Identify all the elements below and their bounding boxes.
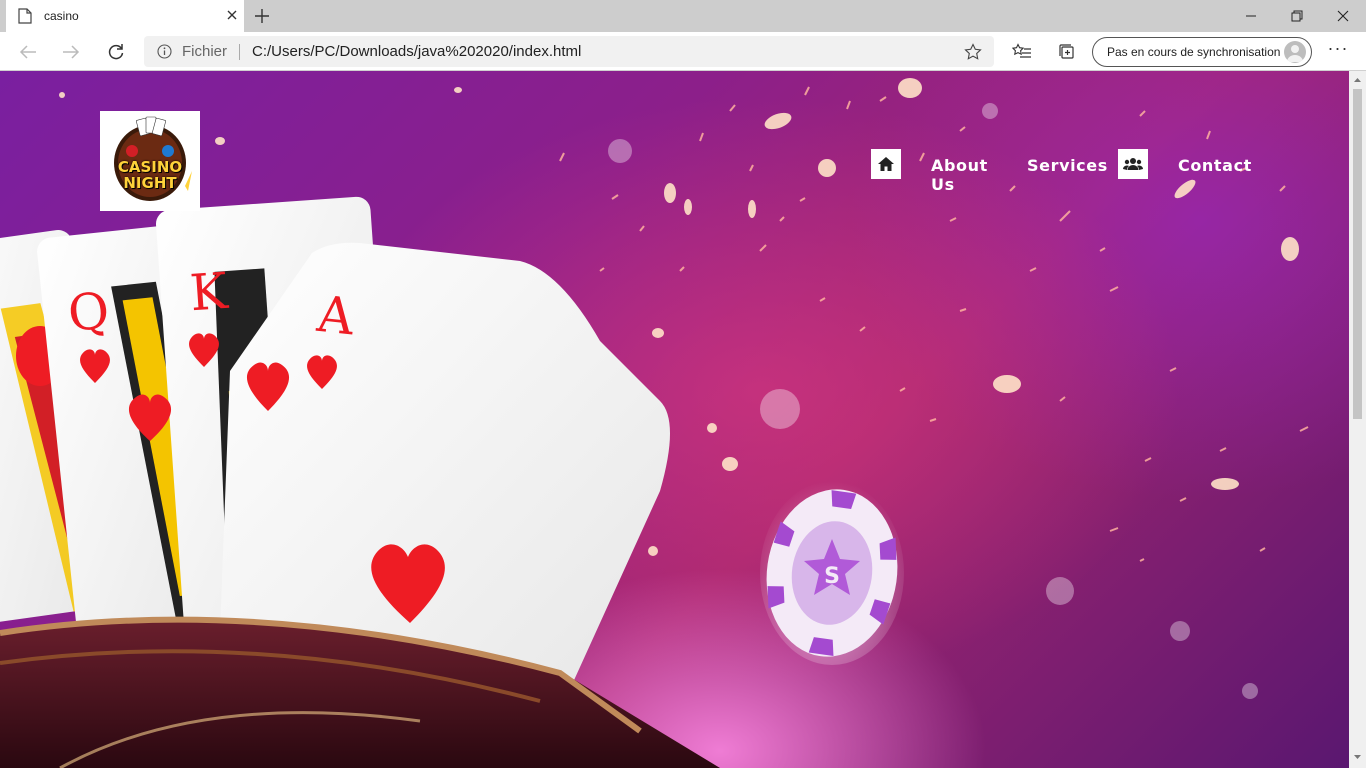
site-logo[interactable]: CASINO NIGHT	[100, 111, 200, 211]
star-icon[interactable]	[964, 43, 982, 61]
forward-button[interactable]	[57, 39, 85, 65]
address-bar[interactable]: Fichier C:/Users/PC/Downloads/java%20202…	[144, 36, 994, 67]
queen-rank-label: Q	[65, 281, 112, 343]
collections-icon	[1059, 44, 1074, 59]
king-rank-label: K	[188, 262, 231, 323]
poker-chip-image: S	[760, 481, 904, 665]
address-protocol-label: Fichier	[182, 43, 228, 60]
page-viewport: S Q K A CASINO NIGHT About Us Services C…	[0, 71, 1349, 768]
users-nav-button[interactable]	[1118, 149, 1148, 179]
arrow-right-icon	[63, 45, 80, 59]
ace-rank-label: A	[314, 285, 358, 347]
home-icon	[878, 157, 894, 171]
close-window-button[interactable]	[1320, 0, 1366, 32]
nav-link-services[interactable]: Services	[1027, 156, 1108, 175]
favorites-button[interactable]	[1011, 41, 1033, 63]
arrow-left-icon	[19, 45, 36, 59]
logo-line-2: NIGHT	[123, 174, 177, 192]
svg-text:S: S	[824, 564, 840, 589]
close-icon	[1337, 10, 1349, 22]
more-options-icon[interactable]: ···	[1326, 39, 1350, 61]
profile-sync-button[interactable]: Pas en cours de synchronisation	[1092, 37, 1312, 67]
favorites-list-icon	[1012, 43, 1031, 58]
close-tab-icon[interactable]	[224, 7, 240, 23]
scroll-up-arrow-icon[interactable]	[1353, 75, 1362, 84]
minimize-icon	[1246, 15, 1256, 17]
scrollbar-thumb[interactable]	[1353, 89, 1362, 419]
reload-icon	[108, 44, 124, 60]
scroll-down-arrow-icon[interactable]	[1353, 753, 1362, 762]
users-icon	[1123, 158, 1143, 170]
browser-toolbar: Fichier C:/Users/PC/Downloads/java%20202…	[0, 32, 1366, 71]
address-url[interactable]: C:/Users/PC/Downloads/java%202020/index.…	[252, 43, 581, 60]
info-icon[interactable]	[157, 44, 172, 59]
sync-status-label: Pas en cours de synchronisation	[1107, 45, 1281, 59]
user-avatar-icon	[1287, 45, 1303, 62]
nav-link-contact[interactable]: Contact	[1178, 156, 1252, 175]
tab-title: casino	[44, 9, 79, 23]
home-nav-button[interactable]	[871, 149, 901, 179]
logo-line-1: CASINO	[117, 158, 183, 176]
new-tab-icon[interactable]	[252, 6, 272, 26]
back-button[interactable]	[14, 39, 42, 65]
address-divider	[239, 44, 240, 60]
reload-button[interactable]	[102, 39, 130, 65]
avatar	[1284, 41, 1306, 63]
browser-tab[interactable]: casino	[6, 0, 244, 32]
minimize-button[interactable]	[1228, 0, 1274, 32]
collections-button[interactable]	[1056, 41, 1078, 63]
page-scrollbar[interactable]	[1349, 71, 1366, 768]
browser-tab-bar: casino	[0, 0, 1366, 32]
restore-icon	[1291, 10, 1303, 22]
nav-link-about-us[interactable]: About Us	[931, 156, 988, 194]
page-icon	[18, 8, 32, 24]
restore-button[interactable]	[1274, 0, 1320, 32]
